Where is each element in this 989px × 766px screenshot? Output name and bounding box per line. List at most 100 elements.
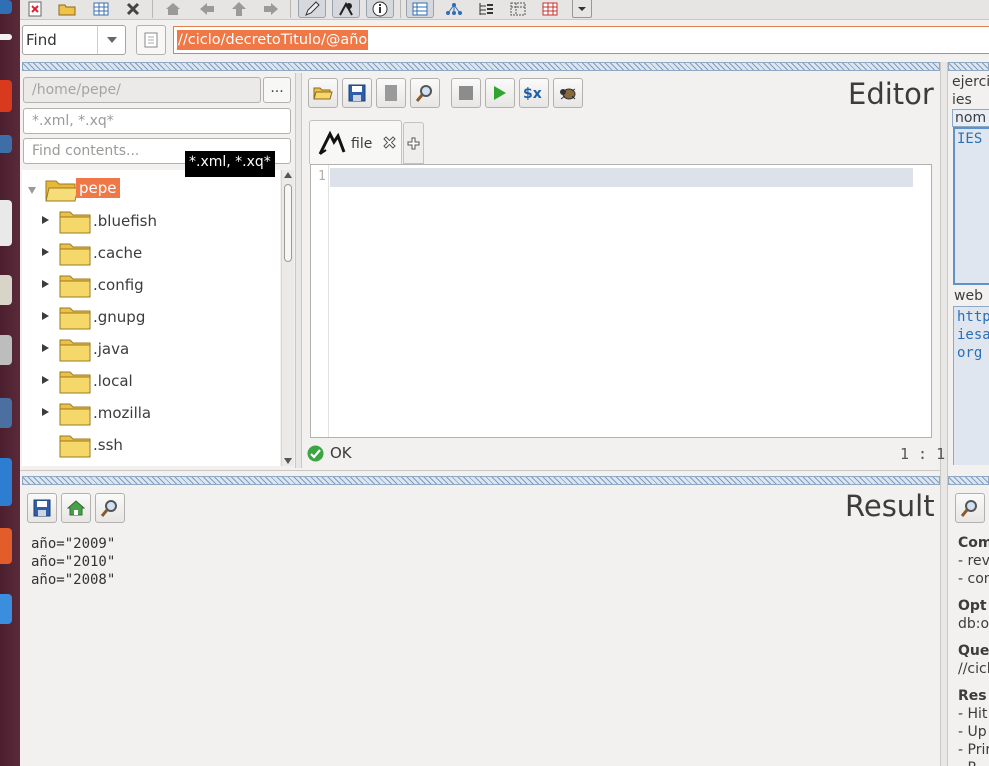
result-view-icon[interactable] [406,0,434,18]
tree-item-bluefish[interactable]: .bluefish [22,205,280,237]
code-editor[interactable] [310,164,932,438]
top-splitter-right[interactable] [948,62,989,71]
debug-button[interactable] [553,78,583,108]
run-button[interactable] [485,78,515,108]
tree-item-java[interactable]: .java [22,333,280,365]
line-number: 1 [318,169,326,184]
info-line: - Prir [958,742,989,758]
search-button[interactable] [410,78,440,108]
folder-icon [59,307,91,330]
pencil-icon[interactable] [298,0,326,18]
info-icon[interactable] [366,0,394,18]
back-arrow-icon[interactable] [196,0,218,18]
xquery-icon[interactable] [332,0,360,18]
play-icon [494,86,506,100]
launcher-app-icon[interactable] [0,200,12,246]
result-output[interactable]: año="2009" año="2010" año="2008" [31,535,115,589]
file-filter-input[interactable]: *.xml, *.xq* [23,108,291,134]
tree-item-gnupg[interactable]: .gnupg [22,301,280,333]
scroll-up-icon [284,172,292,178]
launcher-app-icon[interactable] [0,398,12,428]
result-home-button[interactable] [61,493,91,523]
stop-button[interactable] [451,78,481,108]
tree-item-local[interactable]: .local [22,365,280,397]
table-icon[interactable] [90,0,112,18]
result-line: año="2010" [31,554,116,570]
up-arrow-icon[interactable] [228,0,250,18]
launcher-app-icon[interactable] [0,0,12,14]
document-icon [144,32,158,48]
info-heading: Res [958,688,987,704]
tree-label: .ssh [93,436,123,454]
variable-icon: $x [523,86,542,101]
home-icon[interactable] [162,0,184,18]
save-button[interactable] [342,78,372,108]
tree-label: .gnupg [93,308,146,326]
right-splitter[interactable] [940,62,948,766]
tree-view-icon[interactable] [472,0,500,18]
expand-arrow-icon[interactable] [42,344,49,352]
collapse-arrow-icon[interactable] [28,187,36,194]
tree-item-ssh[interactable]: .ssh [22,429,280,461]
folder-view-icon[interactable] [504,0,532,18]
new-file-icon[interactable] [24,0,46,18]
status-text: OK [330,444,352,462]
map-view-icon[interactable] [440,0,468,18]
expand-arrow-icon[interactable] [42,312,49,320]
tree-scrollbar[interactable] [281,170,294,466]
launcher-app-icon[interactable] [0,458,12,506]
expand-arrow-icon[interactable] [42,280,49,288]
folder-open-icon [45,180,79,202]
ubuntu-launcher [0,0,20,766]
tree-item-pepe[interactable]: pepe [22,173,280,205]
search-icon [101,500,117,517]
expand-arrow-icon[interactable] [42,376,49,384]
browse-button[interactable]: ... [263,77,291,103]
folder-icon [59,403,91,426]
result-save-button[interactable] [27,493,57,523]
launcher-app-icon[interactable] [0,135,12,153]
launcher-app-icon[interactable] [0,80,12,112]
table-view-icon[interactable] [536,0,564,18]
tree-item-config[interactable]: .config [22,269,280,301]
close-tab-icon[interactable] [383,136,396,149]
launcher-app-icon[interactable] [0,528,12,564]
save-icon [33,499,51,517]
open-folder-icon [313,87,333,100]
find-mode-select[interactable]: Find [22,25,126,55]
expand-arrow-icon[interactable] [42,216,49,224]
open-file-button[interactable] [308,78,338,108]
close-file-button[interactable] [376,78,406,108]
info-value: org [957,345,983,361]
explorer-splitter[interactable] [295,73,302,468]
middle-splitter[interactable] [22,476,940,485]
expand-arrow-icon[interactable] [42,408,49,416]
expand-arrow-icon[interactable] [42,248,49,256]
launcher-app-icon[interactable] [0,594,12,624]
launcher-app-icon[interactable] [0,335,12,365]
folder-icon [59,371,91,394]
open-folder-icon[interactable] [56,0,78,18]
line-number-gutter: 1 [311,165,329,437]
result-search-button[interactable] [95,493,125,523]
forward-arrow-icon[interactable] [260,0,282,18]
tree-item-mozilla[interactable]: .mozilla [22,397,280,429]
info-field-box[interactable] [953,127,989,285]
scrollbar-thumb[interactable] [284,184,292,262]
middle-splitter-right[interactable] [948,476,989,485]
history-button[interactable] [136,25,166,55]
launcher-app-icon[interactable] [0,34,12,40]
info-value: IES [957,131,983,147]
variables-button[interactable]: $x [519,78,549,108]
chevron-down-icon[interactable] [97,26,125,54]
result-line: año="2009" [31,536,116,552]
top-splitter[interactable] [22,62,940,71]
add-tab-button[interactable] [403,122,424,164]
path-field[interactable]: /home/pepe/ [23,77,261,103]
toolbar-overflow-icon[interactable] [572,0,592,18]
launcher-app-icon[interactable] [0,275,12,305]
close-icon[interactable] [122,0,144,18]
home-icon [67,500,85,516]
query-input[interactable]: //ciclo/decretoTitulo/@año [173,26,989,54]
tree-item-cache[interactable]: .cache [22,237,280,269]
